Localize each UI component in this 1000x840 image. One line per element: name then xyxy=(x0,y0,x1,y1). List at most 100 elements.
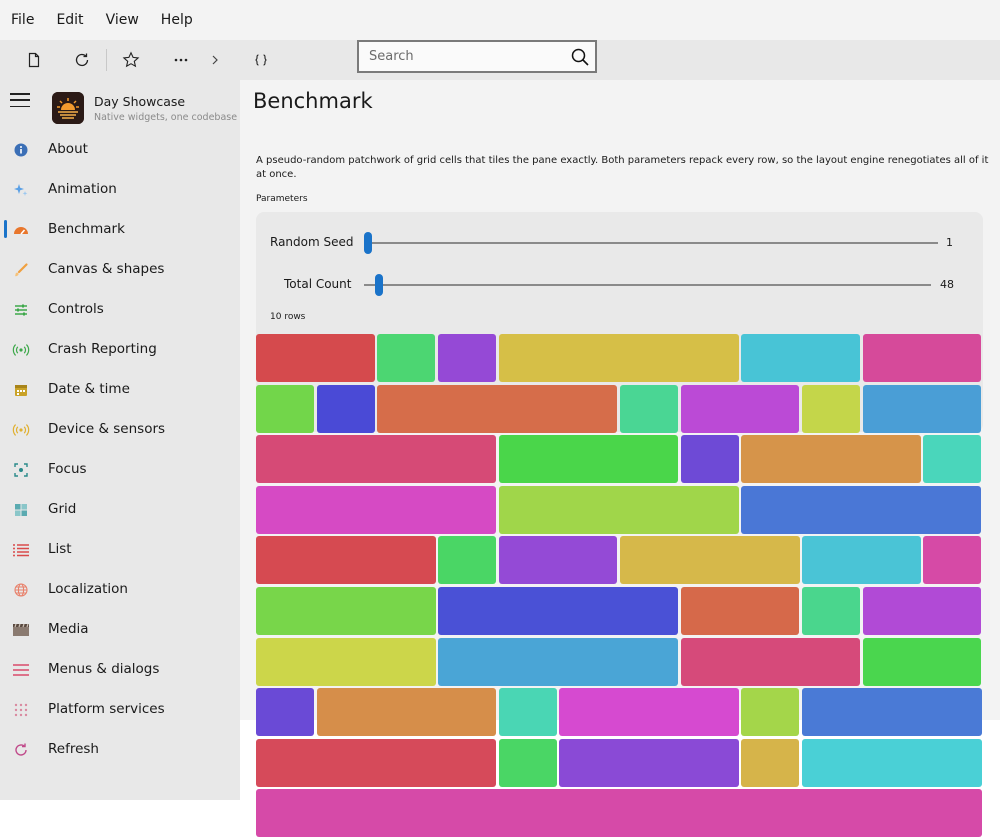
grid-cell xyxy=(256,789,982,838)
sidebar-item-refresh[interactable]: Refresh xyxy=(0,729,240,769)
grid-cell xyxy=(256,637,436,686)
menu-edit[interactable]: Edit xyxy=(45,0,94,40)
grid-cell xyxy=(802,384,861,433)
search-icon[interactable] xyxy=(565,42,595,72)
sidebar-item-grid[interactable]: Grid xyxy=(0,489,240,529)
grid-cell xyxy=(680,587,800,636)
random-seed-thumb[interactable] xyxy=(364,232,372,254)
toolbar-separator xyxy=(106,49,107,71)
dots-grid-icon xyxy=(12,701,30,719)
grid-cell xyxy=(862,637,982,686)
sidebar-item-about[interactable]: About xyxy=(0,129,240,169)
grid-cell xyxy=(438,637,679,686)
total-count-thumb[interactable] xyxy=(375,274,384,296)
sidebar-header: Day Showcase Native widgets, one codebas… xyxy=(0,80,240,130)
app-subtitle: Native widgets, one codebase xyxy=(94,112,238,123)
grid-cell xyxy=(498,536,618,585)
page-title: Benchmark xyxy=(253,89,373,113)
more-icon xyxy=(174,58,188,62)
grid-cell xyxy=(256,738,497,787)
total-count-track[interactable] xyxy=(364,284,931,286)
grid-cell xyxy=(741,738,800,787)
grid-cell xyxy=(559,738,739,787)
grid-cell xyxy=(802,738,982,787)
grid-cell xyxy=(862,334,982,383)
grid-cell xyxy=(923,536,982,585)
sidebar-item-animation[interactable]: Animation xyxy=(0,169,240,209)
grid-cell xyxy=(862,587,982,636)
grid-cell xyxy=(680,435,739,484)
reload-button[interactable] xyxy=(62,40,102,80)
sidebar-item-date-and-time[interactable]: Date & time xyxy=(0,369,240,409)
globe-icon xyxy=(12,581,30,599)
grid-cell xyxy=(498,688,557,737)
menu-view[interactable]: View xyxy=(95,0,150,40)
focus-icon xyxy=(12,461,30,479)
grid-cell xyxy=(802,536,921,585)
sidebar-item-label: Refresh xyxy=(48,741,99,757)
grid-cell xyxy=(923,435,982,484)
app-title: Day Showcase xyxy=(94,94,186,109)
random-seed-track[interactable] xyxy=(364,242,938,244)
grid-cell xyxy=(256,485,497,534)
sidebar-item-label: Grid xyxy=(48,501,77,517)
document-icon xyxy=(28,52,40,68)
sidebar-item-label: Crash Reporting xyxy=(48,341,157,357)
grid-cell xyxy=(498,485,739,534)
clapper-icon xyxy=(12,621,30,639)
code-button[interactable] xyxy=(241,40,281,80)
sidebar-item-menus-and-dialogs[interactable]: Menus & dialogs xyxy=(0,649,240,689)
hamburger-menu-icon[interactable] xyxy=(10,90,30,110)
broadcast-icon xyxy=(12,341,30,359)
sidebar-nav: About Animation Benchmark Canvas & shapes Co… xyxy=(0,129,240,769)
sidebar-item-label: Controls xyxy=(48,301,104,317)
sidebar-item-platform-services[interactable]: Platform services xyxy=(0,689,240,729)
sidebar-item-label: List xyxy=(48,541,72,557)
braces-icon xyxy=(255,54,267,66)
menu-help[interactable]: Help xyxy=(150,0,204,40)
menu-file[interactable]: File xyxy=(0,0,45,40)
new-document-button[interactable] xyxy=(14,40,54,80)
app-logo xyxy=(52,92,84,124)
menu-bar: File Edit View Help xyxy=(0,0,1000,40)
gauge-icon xyxy=(12,221,30,239)
sidebar-item-label: Platform services xyxy=(48,701,165,717)
sidebar-item-controls[interactable]: Controls xyxy=(0,289,240,329)
sparkle-icon xyxy=(12,181,30,199)
grid-cell xyxy=(559,688,739,737)
grid-cell xyxy=(438,536,497,585)
sidebar-item-benchmark[interactable]: Benchmark xyxy=(0,209,240,249)
grid-cell xyxy=(741,435,921,484)
sidebar-item-canvas-and-shapes[interactable]: Canvas & shapes xyxy=(0,249,240,289)
grid-cell xyxy=(256,587,436,636)
favorite-button[interactable] xyxy=(111,40,151,80)
search-input[interactable] xyxy=(359,49,565,64)
reload-icon xyxy=(75,53,89,67)
grid-cell xyxy=(498,334,739,383)
grid-cell xyxy=(741,334,861,383)
random-seed-label: Random Seed xyxy=(270,235,354,249)
forward-button[interactable] xyxy=(201,40,229,80)
sidebar-item-label: Date & time xyxy=(48,381,130,397)
grid-cell xyxy=(377,334,436,383)
total-count-label: Total Count xyxy=(284,277,352,291)
grid-cell xyxy=(256,536,436,585)
sidebar-item-label: Localization xyxy=(48,581,128,597)
chevron-right-icon xyxy=(212,55,218,65)
sidebar-item-device-and-sensors[interactable]: Device & sensors xyxy=(0,409,240,449)
grid-cell xyxy=(620,384,679,433)
sidebar-item-media[interactable]: Media xyxy=(0,609,240,649)
star-icon xyxy=(122,51,140,68)
sidebar-item-label: Benchmark xyxy=(48,221,125,237)
sidebar-item-focus[interactable]: Focus xyxy=(0,449,240,489)
list-icon xyxy=(12,541,30,559)
sidebar-item-list[interactable]: List xyxy=(0,529,240,569)
more-options-button[interactable] xyxy=(161,40,201,80)
sidebar-item-crash-reporting[interactable]: Crash Reporting xyxy=(0,329,240,369)
grid-cell xyxy=(741,688,800,737)
grid-cell xyxy=(680,384,800,433)
sidebar-item-localization[interactable]: Localization xyxy=(0,569,240,609)
benchmark-grid xyxy=(256,334,984,840)
sidebar-item-label: Canvas & shapes xyxy=(48,261,165,277)
grid-cell xyxy=(498,435,679,484)
